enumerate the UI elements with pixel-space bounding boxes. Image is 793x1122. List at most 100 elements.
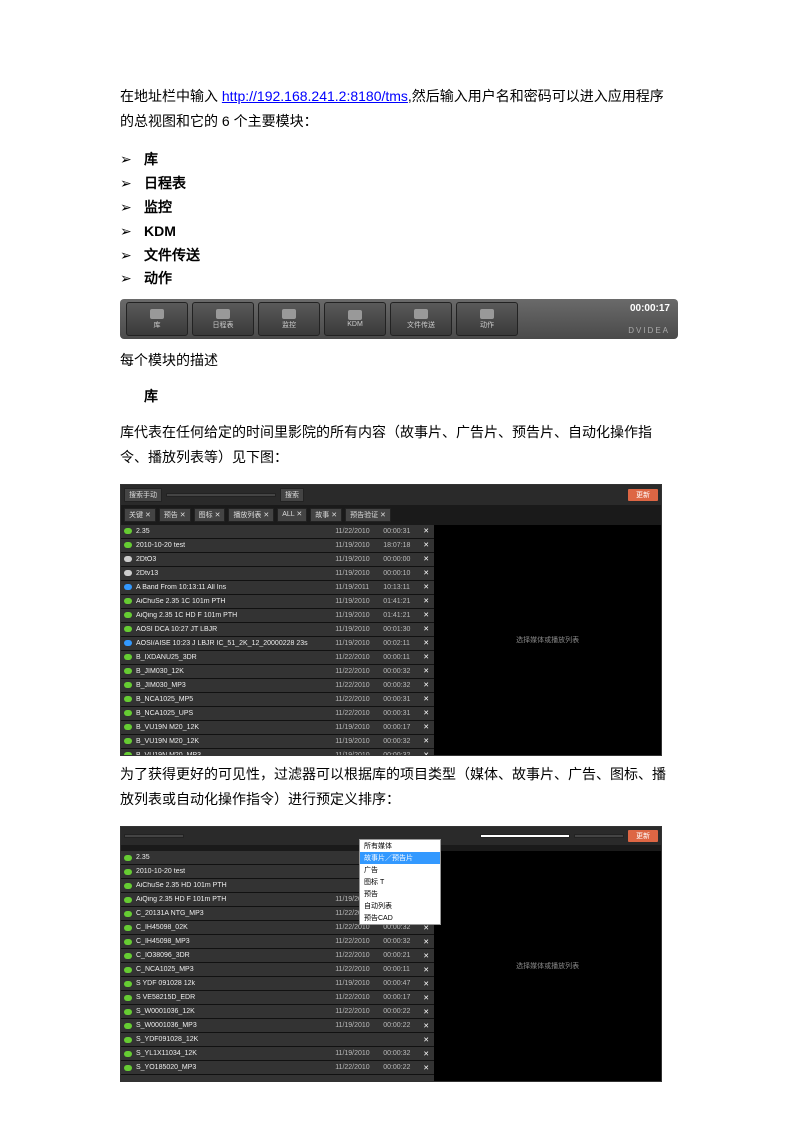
status-dot — [124, 556, 132, 562]
table-row[interactable]: AiQing 2.35 1C HD F 101m PTH11/19/201001… — [121, 609, 434, 623]
toolbar-button[interactable]: KDM — [324, 302, 386, 336]
row-delete[interactable]: ✕ — [421, 625, 431, 633]
table-row[interactable]: S_YL1X11034_12K11/19/201000:00:32✕ — [121, 1047, 434, 1061]
row-delete[interactable]: ✕ — [421, 938, 431, 946]
row-delete[interactable]: ✕ — [421, 737, 431, 745]
row-delete[interactable]: ✕ — [421, 1050, 431, 1058]
table-row[interactable]: S VE58215D_EDR11/22/201000:00:17✕ — [121, 991, 434, 1005]
row-delete[interactable]: ✕ — [421, 994, 431, 1002]
table-row[interactable]: 2Dtv1311/19/201000:00:10✕ — [121, 567, 434, 581]
search-button[interactable]: 搜索 — [280, 488, 304, 502]
row-date: 11/22/2010 — [335, 938, 383, 945]
status-dot — [124, 640, 132, 646]
row-delete[interactable]: ✕ — [421, 569, 431, 577]
table-row[interactable]: A Band From 10:13:11 All Ins11/19/201110… — [121, 581, 434, 595]
filter-dropdown-menu[interactable]: 所有媒体故事片／预告片广告图标 T预告自动列表预告CAD — [359, 839, 441, 925]
row-delete[interactable]: ✕ — [421, 639, 431, 647]
filter-chip[interactable]: ALL ✕ — [277, 508, 307, 522]
table-row[interactable]: S_W0001036_12K11/22/201000:00:22✕ — [121, 1005, 434, 1019]
row-delete[interactable]: ✕ — [421, 751, 431, 755]
filter-chip[interactable]: 关键 ✕ — [124, 508, 156, 522]
row-delete[interactable]: ✕ — [421, 597, 431, 605]
toolbar-button[interactable]: 监控 — [258, 302, 320, 336]
row-delete[interactable]: ✕ — [421, 555, 431, 563]
status-dot — [124, 911, 132, 917]
row-delete[interactable]: ✕ — [421, 1008, 431, 1016]
status-dot — [124, 612, 132, 618]
status-dot — [124, 925, 132, 931]
table-row[interactable]: 2.3511/22/201000:00:31✕ — [121, 525, 434, 539]
filter-chip[interactable]: 预告 ✕ — [159, 508, 191, 522]
tms-url[interactable]: http://192.168.241.2:8180/tms — [222, 88, 408, 104]
dropdown-option[interactable]: 预告CAD — [360, 912, 440, 924]
status-dot — [124, 855, 132, 861]
toolbar-button[interactable]: 日程表 — [192, 302, 254, 336]
table-row[interactable]: B_IXDANU25_3DR11/22/201000:00:11✕ — [121, 651, 434, 665]
table-row[interactable]: S_YO185020_MP311/22/201000:00:22✕ — [121, 1061, 434, 1075]
update-button[interactable]: 更新 — [628, 489, 658, 501]
table-row[interactable]: AiChuSe 2.35 1C 101m PTH11/19/201001:41:… — [121, 595, 434, 609]
update-button-2[interactable]: 更新 — [628, 830, 658, 842]
dropdown-option[interactable]: 故事片／预告片 — [360, 852, 440, 864]
row-delete[interactable]: ✕ — [421, 667, 431, 675]
row-delete[interactable]: ✕ — [421, 952, 431, 960]
row-delete[interactable]: ✕ — [421, 723, 431, 731]
row-delete[interactable]: ✕ — [421, 1064, 431, 1072]
row-delete[interactable]: ✕ — [421, 527, 431, 535]
row-delete[interactable]: ✕ — [421, 695, 431, 703]
table-row[interactable]: B_NCA1025_MP511/22/201000:00:31✕ — [121, 693, 434, 707]
table-row[interactable]: S YDF 091028 12k11/19/201000:00:47✕ — [121, 977, 434, 991]
row-delete[interactable]: ✕ — [421, 583, 431, 591]
row-date: 11/19/2010 — [335, 556, 383, 563]
table-row[interactable]: B_VU19N M20_12K11/19/201000:00:32✕ — [121, 735, 434, 749]
row-delete[interactable]: ✕ — [421, 1022, 431, 1030]
table-row[interactable]: C_IH45098_MP311/22/201000:00:32✕ — [121, 935, 434, 949]
filter-chip[interactable]: 播放列表 ✕ — [228, 508, 274, 522]
filter-chip[interactable]: 预告验证 ✕ — [345, 508, 391, 522]
search-field-2[interactable] — [124, 834, 184, 838]
search-field[interactable] — [166, 493, 276, 497]
table-row[interactable]: B_NCA1025_UPS11/22/201000:00:31✕ — [121, 707, 434, 721]
table-row[interactable]: S_YDF091028_12K✕ — [121, 1033, 434, 1047]
dropdown-option[interactable]: 自动列表 — [360, 900, 440, 912]
table-row[interactable]: C_NCA1025_MP311/22/201000:00:11✕ — [121, 963, 434, 977]
row-delete[interactable]: ✕ — [421, 966, 431, 974]
table-row[interactable]: AOSI DCA 10:27 JT LBJR11/19/201000:01:30… — [121, 623, 434, 637]
type-dropdown[interactable] — [574, 834, 624, 838]
table-row[interactable]: B_JIM030_MP311/22/201000:00:32✕ — [121, 679, 434, 693]
dropdown-option[interactable]: 广告 — [360, 864, 440, 876]
toolbar-button[interactable]: 动作 — [456, 302, 518, 336]
dropdown-option[interactable]: 预告 — [360, 888, 440, 900]
filter-chip[interactable]: 图标 ✕ — [194, 508, 226, 522]
row-delete[interactable]: ✕ — [421, 1036, 431, 1044]
status-dot — [124, 682, 132, 688]
table-row[interactable]: S_W0001036_MP311/19/201000:00:22✕ — [121, 1019, 434, 1033]
row-delete[interactable]: ✕ — [421, 681, 431, 689]
filter-chip[interactable]: 故事 ✕ — [310, 508, 342, 522]
row-name: AiQing 2.35 1C HD F 101m PTH — [136, 612, 335, 619]
toolbar-button[interactable]: 文件传送 — [390, 302, 452, 336]
dropdown-option[interactable]: 图标 T — [360, 876, 440, 888]
dropdown-option[interactable]: 所有媒体 — [360, 840, 440, 852]
row-delete[interactable]: ✕ — [421, 980, 431, 988]
toolbar-button[interactable]: 库 — [126, 302, 188, 336]
row-date: 11/19/2010 — [335, 598, 383, 605]
table-row[interactable]: 2DtO311/19/201000:00:00✕ — [121, 553, 434, 567]
table-row[interactable]: AOSI/AISE 10:23 J LBJR IC_51_2K_12_20000… — [121, 637, 434, 651]
table-row[interactable]: 2010-10-20 test11/19/201018:07:18✕ — [121, 539, 434, 553]
table-row[interactable]: B_VU19N M20_12K11/19/201000:00:17✕ — [121, 721, 434, 735]
row-duration: 00:00:10 — [383, 570, 421, 577]
row-name: C_IH45098_MP3 — [136, 938, 335, 945]
table-row[interactable]: B_VU19N M20_MP311/19/201000:00:32✕ — [121, 749, 434, 755]
status-dot — [124, 752, 132, 755]
bullet-item: 文件传送 — [120, 244, 673, 268]
row-delete[interactable]: ✕ — [421, 541, 431, 549]
row-delete[interactable]: ✕ — [421, 709, 431, 717]
table-row[interactable]: B_JIM030_12K11/22/201000:00:32✕ — [121, 665, 434, 679]
status-dot — [124, 626, 132, 632]
row-delete[interactable]: ✕ — [421, 611, 431, 619]
filter-dropdown[interactable] — [480, 834, 570, 838]
status-dot — [124, 598, 132, 604]
table-row[interactable]: C_IO38096_3DR11/22/201000:00:21✕ — [121, 949, 434, 963]
row-delete[interactable]: ✕ — [421, 653, 431, 661]
